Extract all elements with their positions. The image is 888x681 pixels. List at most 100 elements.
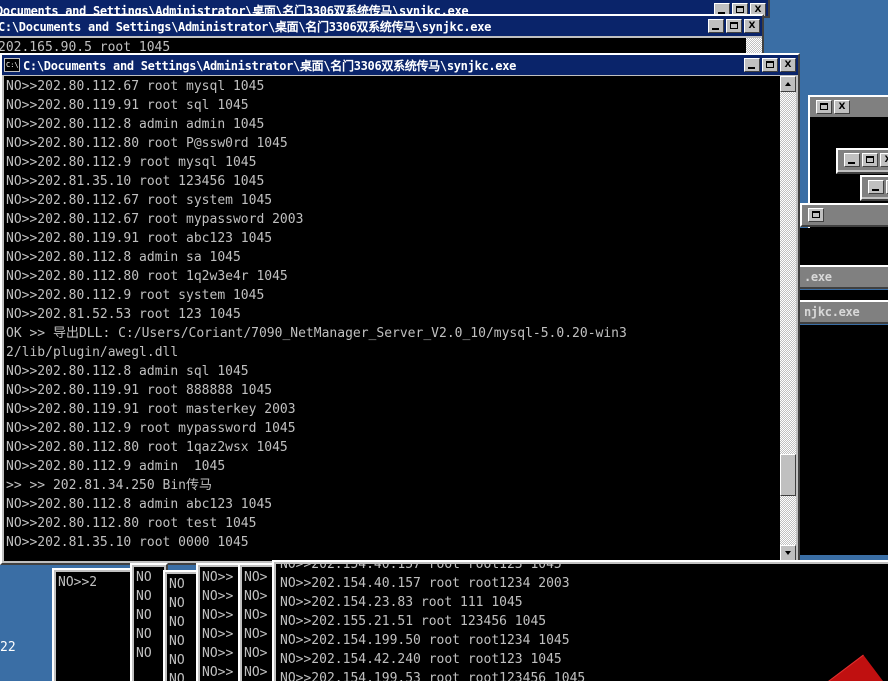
bottom-window-strip-4[interactable]: NO>>NO>>NO>>NO>>NO>>NO>>NO>> <box>196 563 244 681</box>
close-button-right-a[interactable]: X <box>834 100 850 114</box>
maximize-button-right-b[interactable] <box>862 153 878 167</box>
console-body-strip-5: NO>NO>NO>NO>NO>NO>NO> <box>242 567 276 681</box>
background-console-strip-right-3 <box>796 325 888 555</box>
console-line: NO <box>169 615 185 630</box>
console-line: NO>>202.80.112.9 root mypassword 1045 <box>6 421 296 436</box>
console-line: 2/lib/plugin/awegl.dll <box>6 345 179 360</box>
console-line: NO>> <box>202 608 234 623</box>
window-controls-right-a[interactable]: X <box>816 100 850 114</box>
console-line: NO>>202.80.112.80 root test 1045 <box>6 516 257 531</box>
console-icon: C:\ <box>4 58 20 72</box>
console-line: NO>>202.154.40.157 root root123 1045 <box>280 564 562 572</box>
main-console-window[interactable]: C:\ C:\Documents and Settings\Administra… <box>0 53 800 565</box>
console-line: NO>>202.80.112.9 root system 1045 <box>6 288 265 303</box>
window-controls-top-2[interactable]: X <box>708 19 760 33</box>
console-line: NO>>202.80.112.8 admin admin 1045 <box>6 117 265 132</box>
console-line: NO <box>136 646 152 661</box>
titlebar-right-f[interactable]: njkc.exe <box>798 302 888 322</box>
console-line: NO>>202.80.112.8 admin sql 1045 <box>6 364 249 379</box>
console-line: NO>>202.80.112.67 root mysql 1045 <box>6 79 265 94</box>
console-body-strip-2: NO NO NO NO NO <box>134 567 164 681</box>
main-scrollbar[interactable] <box>780 76 796 561</box>
window-controls-right-d[interactable] <box>808 208 824 222</box>
console-line: NO <box>169 596 185 611</box>
console-line: NO>>202.80.112.8 admin sa 1045 <box>6 250 241 265</box>
maximize-button[interactable] <box>762 58 778 72</box>
titlebar-right-d[interactable] <box>802 205 888 225</box>
console-line: NO>>202.80.112.80 root 1q2w3e4r 1045 <box>6 269 288 284</box>
console-line: NO <box>136 627 152 642</box>
background-window-right-e[interactable]: .exe <box>796 265 888 289</box>
console-line: >> >> 202.81.34.250 Bin传马 <box>6 478 213 493</box>
console-output-strip-2: NO NO NO NO NO <box>134 567 164 663</box>
console-line: NO <box>136 570 152 585</box>
console-line: NO>>202.154.23.83 root 111 1045 <box>280 595 523 610</box>
background-window-right-f[interactable]: njkc.exe <box>796 300 888 324</box>
main-console-body: NO>>202.80.112.67 root mysql 1045 NO>>202… <box>4 76 796 561</box>
console-body-strip-3: NO NO NO NO NO NO <box>167 574 197 681</box>
console-line: NO>>202.81.35.10 root 123456 1045 <box>6 174 265 189</box>
console-line: NO <box>136 589 152 604</box>
minimize-button-top-2[interactable] <box>708 19 724 33</box>
console-line: NO <box>169 653 185 668</box>
maximize-button-right-a[interactable] <box>816 100 832 114</box>
background-console-strip-right <box>800 228 888 268</box>
console-line: NO>> <box>202 627 234 642</box>
background-window-top-2[interactable]: C:\Documents and Settings\Administrator\… <box>0 14 764 58</box>
console-line: NO>>202.80.112.80 root 1qaz2wsx 1045 <box>6 440 288 455</box>
maximize-button-top-2[interactable] <box>726 19 742 33</box>
console-line: NO>>202.80.112.80 root P@ssw0rd 1045 <box>6 136 288 151</box>
main-window-controls[interactable]: X <box>744 58 796 72</box>
main-titlebar-title: C:\Documents and Settings\Administrator\… <box>23 58 517 73</box>
bottom-console-output: NO>>202.154.40.157 root root123 1045 NO>>… <box>276 564 888 681</box>
console-line: NO>>202.80.119.91 root sql 1045 <box>6 98 249 113</box>
console-line: NO>>202.154.40.157 root root1234 2003 <box>280 576 570 591</box>
background-window-right-b[interactable]: X <box>836 148 888 174</box>
console-line: NO>>202.80.119.91 root 888888 1045 <box>6 383 273 398</box>
titlebar-right-b[interactable]: X <box>838 150 888 170</box>
console-line: NO>> <box>202 570 234 585</box>
bottom-console-body: NO>>202.154.40.157 root root123 1045 NO>>… <box>276 564 888 681</box>
console-output-strip-5: NO>NO>NO>NO>NO>NO>NO> <box>242 567 276 681</box>
main-titlebar[interactable]: C:\ C:\Documents and Settings\Administra… <box>2 55 798 75</box>
console-line: NO>>202.81.52.53 root 123 1045 <box>6 307 241 322</box>
console-line: NO>> <box>202 646 234 661</box>
console-line: NO>> <box>202 589 234 604</box>
scroll-down-button[interactable] <box>780 545 796 561</box>
console-line: NO>>202.81.35.10 root 0000 1045 <box>6 535 249 550</box>
console-output-strip-3: NO NO NO NO NO NO <box>167 574 197 681</box>
titlebar-title-right-e: .exe <box>804 270 832 284</box>
console-body-strip-4: NO>>NO>>NO>>NO>>NO>>NO>>NO>> <box>200 567 240 681</box>
minimize-button-right-b[interactable] <box>844 153 860 167</box>
titlebar-title-top-2: C:\Documents and Settings\Administrator\… <box>0 19 492 34</box>
desktop-stray-label: 22 <box>0 640 16 655</box>
titlebar-top-2[interactable]: C:\Documents and Settings\Administrator\… <box>0 16 762 36</box>
background-window-right-d[interactable] <box>800 203 888 227</box>
close-button[interactable]: X <box>780 58 796 72</box>
maximize-button-right-d[interactable] <box>808 208 824 222</box>
console-line: NO>>202.80.112.8 admin abc123 1045 <box>6 497 273 512</box>
minimize-button[interactable] <box>744 58 760 72</box>
console-line: NO <box>169 577 185 592</box>
titlebar-right-e[interactable]: .exe <box>798 267 888 287</box>
minimize-button-right-c[interactable] <box>868 180 884 194</box>
window-controls-right-b[interactable]: X <box>844 153 888 167</box>
titlebar-right-a[interactable]: X <box>810 97 888 117</box>
desktop: 22 X X <box>0 0 888 681</box>
console-line: NO>>202.80.112.9 root mysql 1045 <box>6 155 257 170</box>
console-line: NO>> <box>202 665 234 680</box>
console-line: NO>>202.154.199.50 root root1234 1045 <box>280 633 570 648</box>
console-line: NO <box>136 608 152 623</box>
scroll-up-button[interactable] <box>780 76 796 92</box>
close-button-right-b[interactable]: X <box>880 153 888 167</box>
scrollbar-thumb[interactable] <box>780 453 796 496</box>
console-line: NO>>202.80.112.67 root mypassword 2003 <box>6 212 304 227</box>
window-controls-right-c[interactable] <box>868 180 888 194</box>
close-button-top-2[interactable]: X <box>744 19 760 33</box>
console-line: NO>>202.154.199.53 root root123456 1045 <box>280 671 586 681</box>
bottom-console-window[interactable]: NO>>202.154.40.157 root root123 1045 NO>>… <box>272 560 888 681</box>
background-window-right-c[interactable] <box>860 175 888 201</box>
console-line: NO>>202.80.112.9 admin 1045 <box>6 459 226 474</box>
titlebar-right-c[interactable] <box>862 177 888 197</box>
console-line: NO>>202.155.21.51 root 123456 1045 <box>280 614 547 629</box>
